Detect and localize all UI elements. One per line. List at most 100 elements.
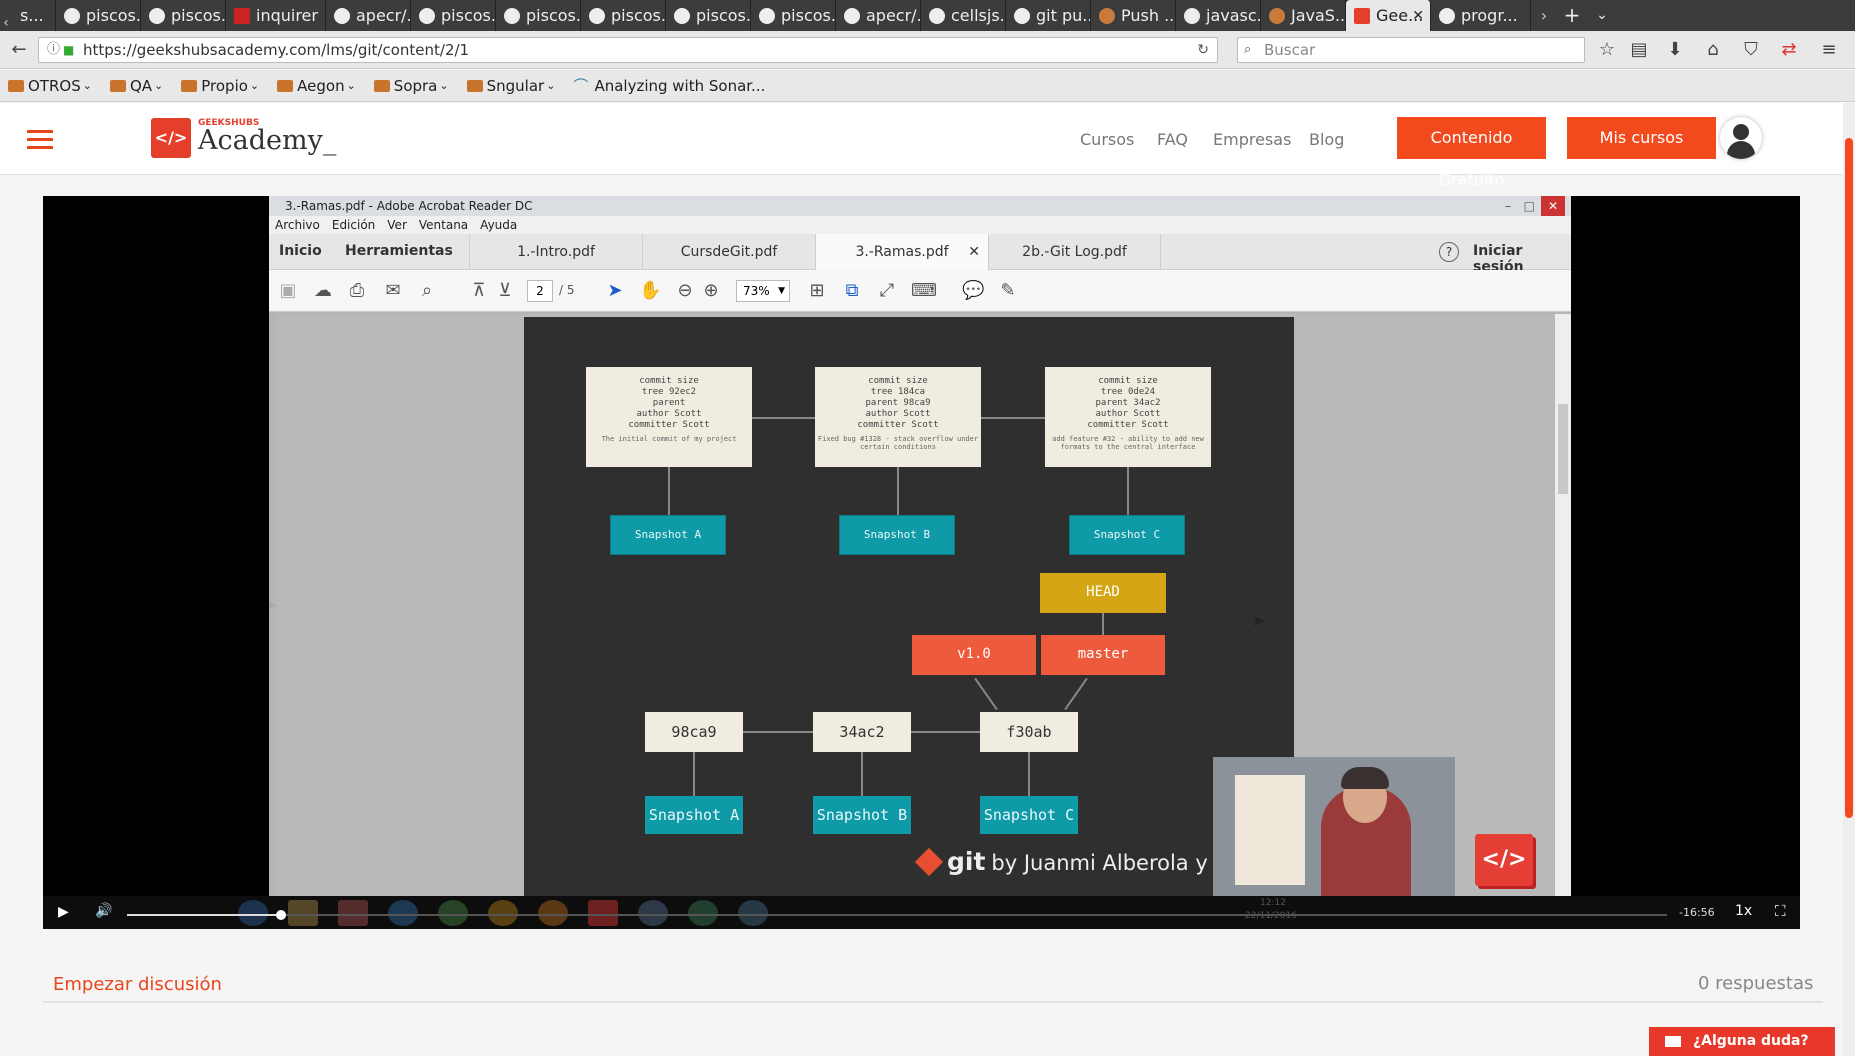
search-placeholder: Buscar bbox=[1264, 41, 1316, 59]
browser-tab[interactable]: piscos... bbox=[141, 0, 226, 31]
browser-tab[interactable]: cellsjs... bbox=[921, 0, 1006, 31]
arrow bbox=[981, 417, 1045, 419]
download-icon[interactable]: ⬇ bbox=[1664, 39, 1686, 61]
tab-label: piscos... bbox=[526, 6, 581, 25]
logo-icon[interactable]: </> bbox=[151, 118, 191, 158]
browser-tab[interactable]: piscos... bbox=[581, 0, 666, 31]
bookmark-label: Sopra bbox=[393, 76, 438, 95]
bookmark-label: Aegon bbox=[297, 76, 345, 95]
browser-tab[interactable]: javasc... bbox=[1176, 0, 1261, 31]
play-icon[interactable]: ▶ bbox=[58, 904, 69, 920]
nav-link-cursos[interactable]: Cursos bbox=[1080, 130, 1134, 149]
volume-icon[interactable]: 🔊 bbox=[95, 903, 112, 919]
browser-tab[interactable]: JavaS... bbox=[1261, 0, 1346, 31]
github-icon bbox=[419, 7, 435, 24]
commit-sha: f30ab bbox=[980, 712, 1078, 752]
tab-label: piscos... bbox=[441, 6, 496, 25]
browser-tab[interactable]: apecr/... bbox=[836, 0, 921, 31]
bookmark-folder[interactable]: Propio ⌄ bbox=[181, 77, 259, 95]
commit-box: commit size tree 0de24 parent 34ac2 author … bbox=[1045, 367, 1211, 467]
browser-tab[interactable]: inquirer bbox=[226, 0, 326, 31]
arrow bbox=[743, 731, 813, 733]
pdf-slide: commit size tree 92ec2 parent author Scott c… bbox=[524, 317, 1294, 896]
folder-icon bbox=[8, 79, 24, 92]
browser-tab[interactable]: piscos... bbox=[496, 0, 581, 31]
bookmark-folder[interactable]: Sngular ⌄ bbox=[466, 76, 555, 95]
playback-speed-button[interactable]: 1x bbox=[1735, 903, 1752, 919]
reload-icon[interactable]: ↻ bbox=[1197, 38, 1209, 62]
new-tab-icon[interactable]: + bbox=[1557, 0, 1587, 31]
page-scrollbar[interactable] bbox=[1843, 103, 1855, 1056]
avatar[interactable] bbox=[1720, 117, 1762, 159]
tab-list-icon[interactable]: ⌄ bbox=[1587, 0, 1617, 31]
arrow bbox=[974, 677, 998, 711]
fullscreen-read-icon: ⤢ bbox=[879, 280, 895, 301]
menu-archivo: Archivo bbox=[275, 218, 320, 232]
tabs-scroll-right-icon[interactable]: › bbox=[1531, 0, 1557, 31]
bookmark-folder[interactable]: Sopra ⌄ bbox=[373, 76, 449, 95]
snapshot-box: Snapshot B bbox=[813, 796, 911, 834]
help-label: ¿Alguna duda? bbox=[1693, 1033, 1809, 1049]
browser-tab[interactable]: progr... bbox=[1431, 0, 1531, 31]
npm-icon bbox=[234, 7, 250, 24]
browser-tab[interactable]: apecr/... bbox=[326, 0, 411, 31]
video-progress-bar[interactable] bbox=[127, 910, 1667, 920]
tabs-scroll-left-icon[interactable]: ‹ bbox=[0, 15, 12, 31]
nav-link-empresas[interactable]: Empresas bbox=[1213, 130, 1291, 149]
browser-tab-bar: ‹ s... piscos... piscos... inquirer apec… bbox=[0, 0, 1855, 31]
logo-text[interactable]: Academy_ bbox=[198, 125, 336, 156]
free-content-button[interactable]: Contenido Gratuito bbox=[1397, 117, 1546, 189]
sync-icon[interactable]: ⇄ bbox=[1778, 39, 1800, 61]
chrome-icon bbox=[438, 900, 468, 926]
bookmark-folder[interactable]: QA ⌄ bbox=[109, 77, 163, 95]
arrow bbox=[1064, 677, 1088, 711]
browser-tab[interactable]: piscos... bbox=[56, 0, 141, 31]
help-chat-button[interactable]: ¿Alguna duda? bbox=[1649, 1027, 1835, 1056]
browser-tab[interactable]: piscos... bbox=[411, 0, 496, 31]
reading-list-icon[interactable]: ▤ bbox=[1628, 39, 1650, 61]
nav-link-faq[interactable]: FAQ bbox=[1157, 130, 1188, 149]
github-icon bbox=[504, 7, 520, 24]
browser-tab[interactable]: git pu... bbox=[1006, 0, 1091, 31]
search-input[interactable]: ⌕ Buscar bbox=[1237, 37, 1585, 63]
arrow bbox=[861, 752, 863, 796]
star-icon[interactable]: ☆ bbox=[1596, 39, 1618, 61]
geekshubs-icon bbox=[1354, 7, 1370, 24]
menu-ver: Ver bbox=[387, 218, 407, 232]
folder-icon bbox=[277, 79, 294, 92]
commit-sha: 98ca9 bbox=[645, 712, 743, 752]
github-icon bbox=[759, 7, 775, 24]
menu-ayuda: Ayuda bbox=[480, 218, 518, 232]
bookmark-folder[interactable]: OTROS ⌄ bbox=[8, 77, 92, 95]
browser-tab-active[interactable]: Gee... ✕ bbox=[1346, 0, 1431, 31]
fullscreen-icon[interactable]: ⛶ bbox=[1775, 902, 1786, 920]
url-bar[interactable]: ⓘ ■ https://geekshubsacademy.com/lms/git… bbox=[38, 37, 1218, 63]
info-icon[interactable]: ⓘ bbox=[47, 38, 60, 62]
bookmark-label: Propio bbox=[201, 76, 248, 95]
browser-tab[interactable]: s... bbox=[12, 0, 56, 31]
maximize-icon: □ bbox=[1523, 199, 1535, 213]
browser-tab[interactable]: piscos... bbox=[751, 0, 836, 31]
close-tab-icon[interactable]: ✕ bbox=[1412, 8, 1424, 24]
video-player[interactable]: 3.-Ramas.pdf - Adobe Acrobat Reader DC –… bbox=[43, 196, 1800, 929]
browser-tab[interactable]: Push ... bbox=[1091, 0, 1176, 31]
back-icon[interactable]: ← bbox=[8, 39, 30, 61]
pocket-icon[interactable]: ⛉ bbox=[1740, 39, 1762, 61]
start-discussion-link[interactable]: Empezar discusión bbox=[53, 974, 222, 995]
github-icon bbox=[929, 7, 945, 24]
progress-handle[interactable] bbox=[276, 910, 286, 920]
tab-label: cellsjs... bbox=[951, 6, 1005, 25]
nav-link-blog[interactable]: Blog bbox=[1309, 130, 1344, 149]
menu-icon[interactable]: ≡ bbox=[1818, 39, 1840, 61]
my-courses-button[interactable]: Mis cursos bbox=[1567, 117, 1716, 159]
browser-tab[interactable]: piscos... bbox=[666, 0, 751, 31]
envelope-icon bbox=[1665, 1036, 1681, 1047]
url-text: https://geekshubsacademy.com/lms/git/con… bbox=[83, 41, 470, 59]
tab-label: Push ... bbox=[1121, 6, 1176, 25]
bookmark-label: Sngular bbox=[486, 76, 545, 95]
next-page-icon: ⊻ bbox=[498, 280, 512, 301]
arrow bbox=[1102, 613, 1104, 635]
bookmark-link[interactable]: ⌒ Analyzing with Sonar... bbox=[573, 75, 765, 96]
bookmark-folder[interactable]: Aegon ⌄ bbox=[277, 77, 356, 95]
home-icon[interactable]: ⌂ bbox=[1702, 39, 1724, 61]
